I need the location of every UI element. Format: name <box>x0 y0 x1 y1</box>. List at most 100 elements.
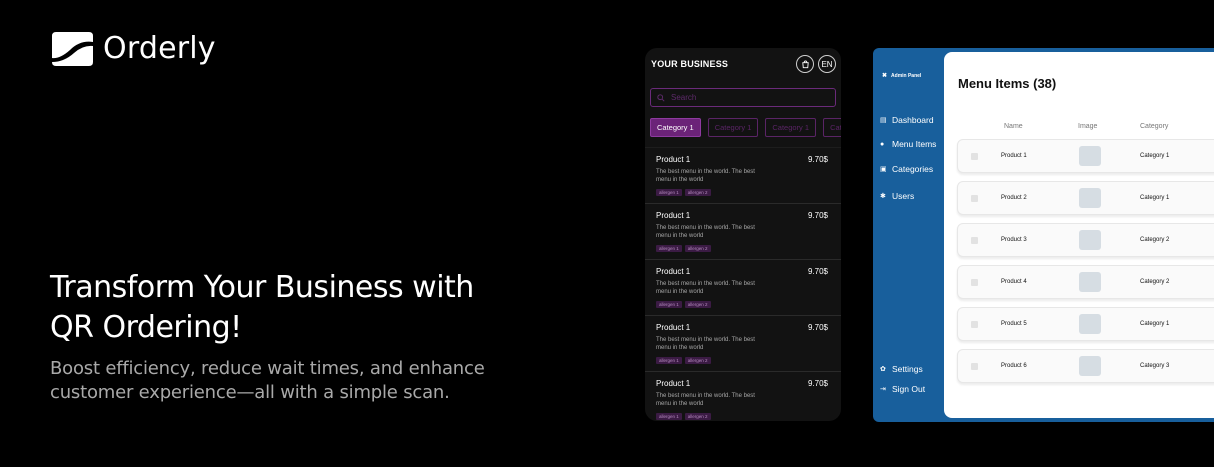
allergen-tag: allergen 1 <box>656 413 682 420</box>
product-item[interactable]: Product 1 9.70$ The best menu in the wor… <box>645 259 841 315</box>
table-row[interactable]: Product 6 Category 3 <box>957 349 1214 383</box>
product-item[interactable]: Product 1 9.70$ The best menu in the wor… <box>645 371 841 421</box>
row-name: Product 2 <box>1001 195 1027 201</box>
gear-icon: ✿ <box>880 366 886 373</box>
dashboard-icon: ▤ <box>880 117 887 124</box>
allergen-tag: allergen 2 <box>684 189 711 196</box>
table-row[interactable]: Product 3 Category 2 <box>957 223 1214 257</box>
product-price: 9.70$ <box>807 379 828 388</box>
nav-settings[interactable]: ✿ Settings <box>880 364 923 374</box>
product-price: 9.70$ <box>807 267 828 276</box>
page-title: Menu Items (38) <box>958 76 1057 91</box>
row-checkbox[interactable] <box>971 279 978 286</box>
search-placeholder: Search <box>671 93 697 102</box>
image-placeholder <box>1079 314 1101 334</box>
product-description: The best menu in the world. The best men… <box>656 225 755 239</box>
nav-label: Settings <box>892 364 923 374</box>
image-placeholder <box>1079 356 1101 376</box>
user-icon: ● <box>880 140 885 148</box>
product-name: Product 1 <box>656 211 691 220</box>
row-checkbox[interactable] <box>971 363 978 370</box>
category-tab[interactable]: Category 1 <box>765 118 817 137</box>
admin-content: Menu Items (38) Name Image Category Prod… <box>944 52 1214 418</box>
language-button[interactable]: EN <box>818 55 836 73</box>
mobile-menu-preview: YOUR BUSINESS EN Search Category 1 Categ… <box>645 48 841 421</box>
sign-out-icon: ⇥ <box>880 386 886 393</box>
row-category: Category 2 <box>1140 279 1170 285</box>
row-name: Product 6 <box>1001 363 1027 369</box>
row-category: Category 1 <box>1140 195 1170 201</box>
product-name: Product 1 <box>656 379 691 388</box>
product-description: The best menu in the world. The best men… <box>656 169 755 183</box>
search-icon <box>657 93 665 102</box>
cart-icon[interactable] <box>796 55 814 73</box>
column-header-category[interactable]: Category <box>1140 123 1168 130</box>
allergen-tag: allergen 2 <box>684 413 711 420</box>
row-name: Product 5 <box>1001 321 1027 327</box>
table-row[interactable]: Product 5 Category 1 <box>957 307 1214 341</box>
hero-subtitle: Boost efficiency, reduce wait times, and… <box>50 358 485 403</box>
business-name: YOUR BUSINESS <box>651 59 729 69</box>
row-category: Category 3 <box>1140 363 1170 369</box>
admin-brand: ✖ Admin Panel <box>882 72 922 80</box>
row-checkbox[interactable] <box>971 237 978 244</box>
product-name: Product 1 <box>656 267 691 276</box>
product-item[interactable]: Product 1 9.70$ The best menu in the wor… <box>645 203 841 259</box>
row-name: Product 1 <box>1001 153 1027 159</box>
brand-logo[interactable]: Orderly <box>50 31 216 66</box>
mobile-header: YOUR BUSINESS EN <box>645 48 841 80</box>
column-header-image[interactable]: Image <box>1078 123 1097 130</box>
nav-dashboard[interactable]: ▤ Dashboard <box>880 115 934 125</box>
nav-label: Dashboard <box>892 115 934 125</box>
nav-categories[interactable]: ▣ Categories <box>880 164 933 174</box>
allergen-tag: allergen 2 <box>684 301 711 308</box>
product-price: 9.70$ <box>807 211 828 220</box>
product-name: Product 1 <box>656 155 691 164</box>
nav-label: Users <box>892 191 915 201</box>
product-description: The best menu in the world. The best men… <box>656 337 755 351</box>
table-row[interactable]: Product 4 Category 2 <box>957 265 1214 299</box>
admin-brand-label: Admin Panel <box>891 72 922 79</box>
table-row[interactable]: Product 1 Category 1 <box>957 139 1214 173</box>
nav-label: Categories <box>892 164 934 174</box>
brand-name: Orderly <box>103 31 216 66</box>
nav-users[interactable]: ✱ Users <box>880 191 914 201</box>
hero-title: Transform Your Business with QR Ordering… <box>50 270 474 345</box>
allergen-tag: allergen 1 <box>656 189 682 196</box>
allergen-tag: allergen 1 <box>656 357 682 364</box>
table-row[interactable]: Product 2 Category 1 <box>957 181 1214 215</box>
search-input[interactable]: Search <box>650 88 836 107</box>
product-price: 9.70$ <box>807 155 828 164</box>
row-checkbox[interactable] <box>971 195 978 202</box>
product-list: Product 1 9.70$ The best menu in the wor… <box>645 147 841 421</box>
row-name: Product 3 <box>1001 237 1027 243</box>
category-tab[interactable]: Category 1 <box>707 118 759 137</box>
wave-flag-icon <box>52 31 93 66</box>
box-icon: ▣ <box>880 166 887 173</box>
allergen-tag: allergen 2 <box>684 245 711 252</box>
category-tab[interactable]: Category 1 <box>650 118 701 137</box>
category-tabs: Category 1 Category 1 Category 1 Categor… <box>650 118 841 137</box>
row-category: Category 1 <box>1140 321 1170 327</box>
nav-menu-items[interactable]: ● Menu Items <box>880 139 936 149</box>
row-checkbox[interactable] <box>971 153 978 160</box>
product-item[interactable]: Product 1 9.70$ The best menu in the wor… <box>645 147 841 203</box>
nav-label: Sign Out <box>892 384 926 394</box>
product-description: The best menu in the world. The best men… <box>656 393 755 407</box>
column-header-name[interactable]: Name <box>1004 123 1023 130</box>
image-placeholder <box>1079 272 1101 292</box>
row-category: Category 2 <box>1140 237 1170 243</box>
product-item[interactable]: Product 1 9.70$ The best menu in the wor… <box>645 315 841 371</box>
nav-label: Menu Items <box>892 139 937 149</box>
image-placeholder <box>1079 230 1101 250</box>
row-name: Product 4 <box>1001 279 1027 285</box>
product-description: The best menu in the world. The best men… <box>656 281 755 295</box>
nav-sign-out[interactable]: ⇥ Sign Out <box>880 384 925 394</box>
admin-panel-preview: ✖ Admin Panel ▤ Dashboard ● Menu Items ▣ Ca… <box>873 48 1214 422</box>
allergen-tag: allergen 1 <box>656 301 682 308</box>
image-placeholder <box>1079 188 1101 208</box>
row-checkbox[interactable] <box>971 321 978 328</box>
users-icon: ✱ <box>880 193 886 200</box>
product-price: 9.70$ <box>807 323 828 332</box>
category-tab[interactable]: Category 1 <box>823 118 841 137</box>
